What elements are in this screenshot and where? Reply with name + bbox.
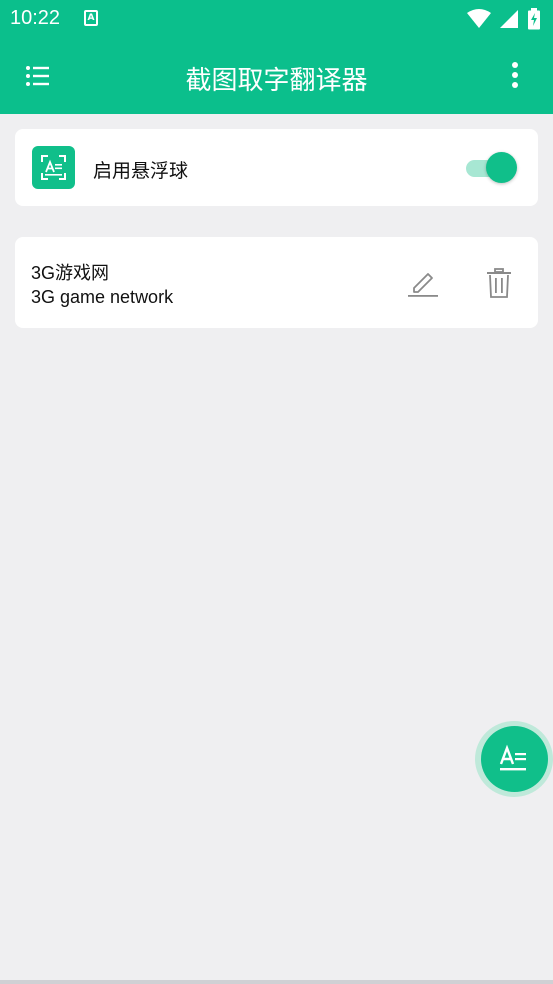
delete-icon bbox=[487, 268, 511, 298]
signal-icon bbox=[500, 10, 518, 28]
translation-entry[interactable]: 3G游戏网 3G game network bbox=[15, 237, 538, 328]
navigation-bar-edge bbox=[0, 980, 553, 984]
screenshot-text-icon bbox=[32, 146, 75, 189]
battery-charging-icon bbox=[528, 8, 540, 30]
more-options-button[interactable] bbox=[505, 60, 525, 92]
text-recognition-icon bbox=[499, 744, 526, 771]
float-ball-switch[interactable] bbox=[466, 152, 518, 184]
status-icons bbox=[467, 8, 541, 30]
more-vertical-icon bbox=[512, 62, 518, 88]
edit-button[interactable] bbox=[405, 265, 441, 301]
wifi-icon bbox=[467, 9, 491, 28]
entry-translation-text: 3G game network bbox=[31, 287, 174, 307]
edit-icon bbox=[408, 273, 438, 297]
switch-thumb bbox=[486, 152, 517, 183]
status-bar: 10:22 A bbox=[0, 0, 553, 38]
page-title: 截图取字翻译器 bbox=[185, 65, 368, 95]
app-bar: 截图取字翻译器 bbox=[0, 38, 553, 114]
entry-source-text: 3G游戏网 bbox=[31, 263, 110, 283]
notification-icon: A bbox=[84, 10, 98, 26]
float-ball-card: 启用悬浮球 bbox=[15, 129, 538, 206]
status-time: 10:22 bbox=[10, 7, 61, 29]
delete-button[interactable] bbox=[481, 265, 517, 301]
floating-translate-button[interactable] bbox=[481, 726, 548, 792]
float-ball-label: 启用悬浮球 bbox=[93, 161, 189, 182]
